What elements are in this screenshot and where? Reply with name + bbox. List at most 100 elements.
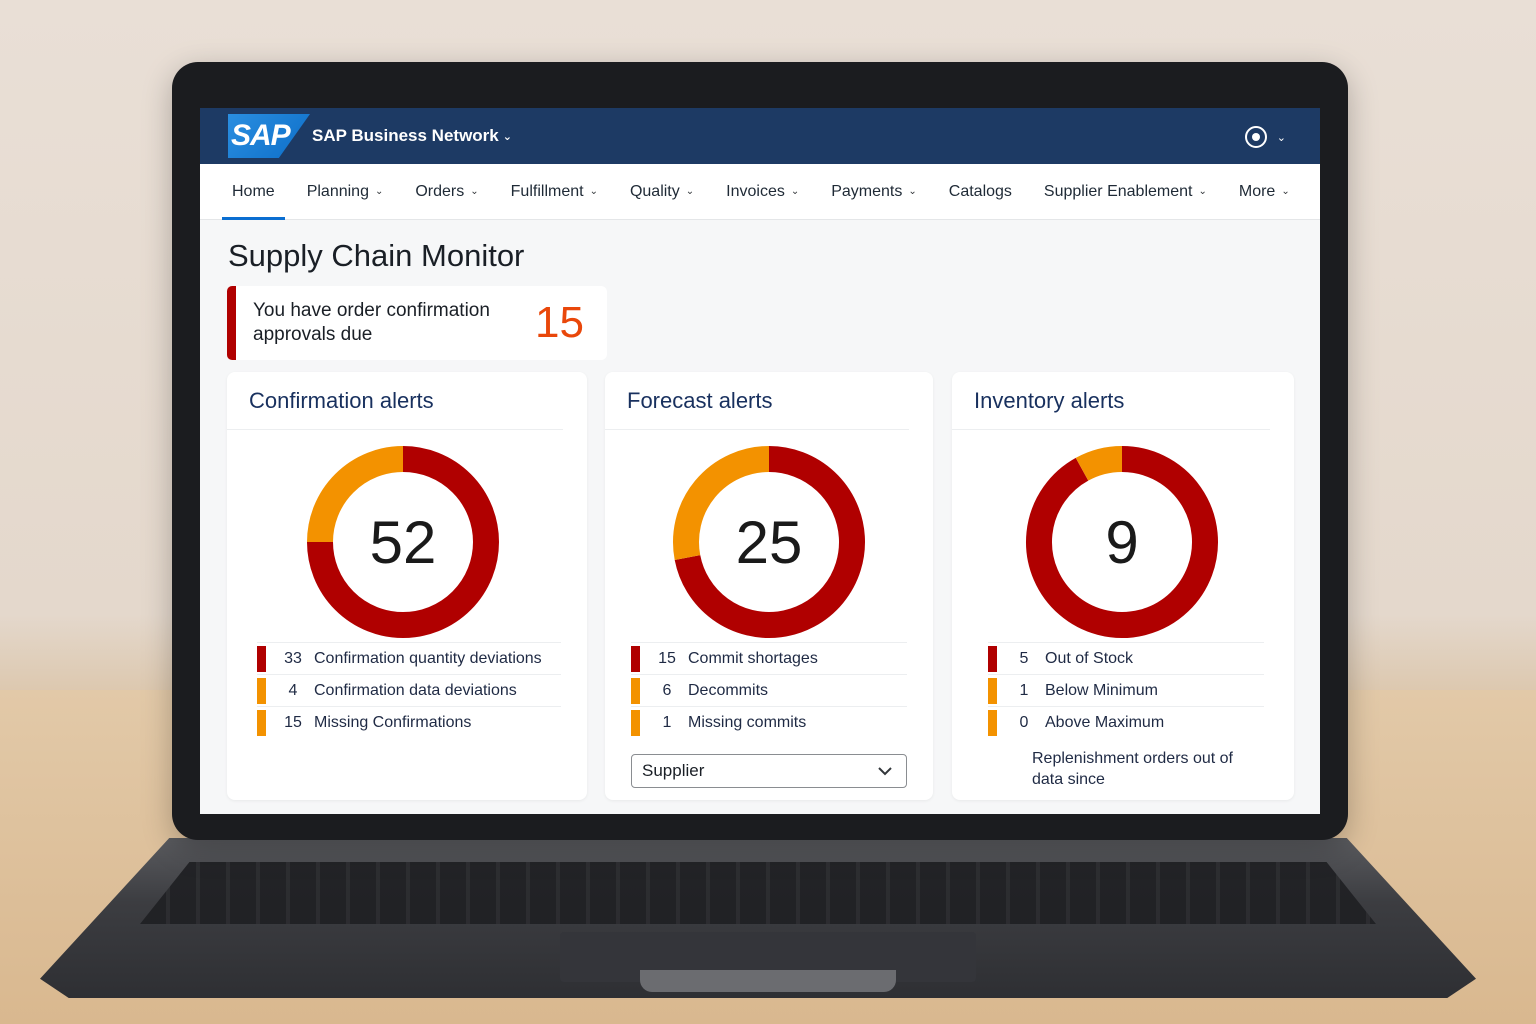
tab-quality[interactable]: Quality ⌄ xyxy=(620,164,704,220)
legend-swatch xyxy=(257,677,266,704)
forecast-alerts-card[interactable]: Forecast alerts 25 15 Commit shortages 6 De… xyxy=(605,372,933,800)
tab-label: Catalogs xyxy=(948,182,1012,200)
legend-value: 4 xyxy=(288,681,298,699)
legend-value: 15 xyxy=(284,713,302,731)
legend-swatch xyxy=(631,709,640,736)
legend-label: Above Maximum xyxy=(1045,713,1165,731)
legend-item[interactable]: 15 Commit shortages xyxy=(631,642,907,674)
legend: 33 Confirmation quantity deviations 4 Confi… xyxy=(257,642,561,738)
chevron-down-icon: ⌄ xyxy=(589,186,598,197)
tab-payments[interactable]: Payments ⌄ xyxy=(821,164,927,220)
donut-total: 9 xyxy=(1105,508,1139,576)
chevron-down-icon: ⌄ xyxy=(1281,186,1290,197)
approval-tile[interactable]: You have order confirmation approvals du… xyxy=(227,286,607,360)
user-menu[interactable]: ⌄ xyxy=(1244,126,1286,148)
donut-total: 25 xyxy=(735,508,803,576)
legend-swatch xyxy=(257,645,266,672)
tab-label: Home xyxy=(232,182,275,200)
laptop-keyboard xyxy=(140,862,1376,924)
chevron-down-icon: ⌄ xyxy=(374,186,384,197)
legend-item[interactable]: 6 Decommits xyxy=(631,674,907,706)
legend-label: Missing commits xyxy=(688,713,807,731)
approval-count: 15 xyxy=(535,298,584,347)
confirmation-donut[interactable]: 52 xyxy=(305,444,501,640)
legend-item[interactable]: 33 Confirmation quantity deviations xyxy=(257,642,561,674)
legend-label: Confirmation data deviations xyxy=(314,681,517,699)
approval-status-bar xyxy=(227,286,236,360)
chevron-down-icon: ⌄ xyxy=(1276,131,1286,144)
inventory-alerts-card[interactable]: Inventory alerts 9 5 Out of Stock 1 Below M… xyxy=(952,372,1294,800)
legend-item[interactable]: 5 Out of Stock xyxy=(988,642,1264,674)
legend-value: 5 xyxy=(1019,649,1029,667)
legend-label: Decommits xyxy=(688,681,769,699)
legend-value: 1 xyxy=(662,713,672,731)
gear-icon xyxy=(1244,126,1267,148)
shell-bar: SAP SAP Business Network ⌄ ⌄ xyxy=(200,108,1320,164)
card-title: Inventory alerts xyxy=(952,372,1270,430)
tab-label: Quality xyxy=(629,182,680,200)
sap-logo-text: SAP xyxy=(231,119,291,152)
legend-label: Commit shortages xyxy=(688,649,818,667)
replenishment-note[interactable]: Replenishment orders out of data since xyxy=(1032,748,1242,790)
tab-orders[interactable]: Orders ⌄ xyxy=(405,164,488,220)
legend-value: 6 xyxy=(662,681,672,699)
forecast-donut[interactable]: 25 xyxy=(671,444,867,640)
tab-supplier-enablement[interactable]: Supplier Enablement ⌄ xyxy=(1034,164,1217,220)
tab-label: Supplier Enablement xyxy=(1043,182,1193,200)
tab-planning[interactable]: Planning ⌄ xyxy=(297,164,394,220)
chevron-down-icon: ⌄ xyxy=(790,186,800,197)
screen: SAP SAP Business Network ⌄ ⌄ Home Plannin… xyxy=(200,108,1320,814)
brand-label: SAP Business Network xyxy=(312,126,499,145)
legend-item[interactable]: 15 Missing Confirmations xyxy=(257,706,561,738)
legend: 5 Out of Stock 1 Below Minimum 0 Above Maximu… xyxy=(988,642,1264,738)
laptop-lip xyxy=(640,970,896,992)
chevron-down-icon: ⌄ xyxy=(908,186,917,197)
chevron-down-icon: ⌄ xyxy=(1198,186,1207,197)
select-value: Supplier xyxy=(642,761,705,780)
legend-swatch xyxy=(257,709,266,736)
brand-menu[interactable]: SAP Business Network ⌄ xyxy=(312,126,512,146)
legend-value: 0 xyxy=(1019,713,1029,731)
tab-label: Payments xyxy=(831,182,903,200)
tab-label: Invoices xyxy=(726,182,785,200)
tab-label: Planning xyxy=(306,182,369,200)
legend-item[interactable]: 1 Below Minimum xyxy=(988,674,1264,706)
tab-home[interactable]: Home xyxy=(222,164,285,220)
tab-invoices[interactable]: Invoices ⌄ xyxy=(716,164,809,220)
legend-swatch xyxy=(631,645,640,672)
legend-value: 1 xyxy=(1019,681,1029,699)
tab-fulfillment[interactable]: Fulfillment ⌄ xyxy=(501,164,608,220)
legend-label: Missing Confirmations xyxy=(314,713,472,731)
inventory-donut[interactable]: 9 xyxy=(1024,444,1220,640)
sap-logo[interactable]: SAP xyxy=(228,114,310,158)
chevron-down-icon: ⌄ xyxy=(502,130,512,143)
legend-label: Out of Stock xyxy=(1045,649,1134,667)
legend-value: 15 xyxy=(658,649,676,667)
legend-label: Below Minimum xyxy=(1045,681,1158,699)
legend-label: Confirmation quantity deviations xyxy=(314,649,542,667)
donut-total: 52 xyxy=(369,508,437,576)
tab-label: Orders xyxy=(415,182,465,200)
legend-item[interactable]: 1 Missing commits xyxy=(631,706,907,738)
page-title: Supply Chain Monitor xyxy=(228,238,525,273)
legend-item[interactable]: 4 Confirmation data deviations xyxy=(257,674,561,706)
legend-swatch xyxy=(988,677,997,704)
confirmation-alerts-card[interactable]: Confirmation alerts 52 33 Confirmation qu… xyxy=(227,372,587,800)
chevron-down-icon: ⌄ xyxy=(470,186,479,197)
legend-item[interactable]: 0 Above Maximum xyxy=(988,706,1264,738)
chevron-down-icon xyxy=(878,761,892,781)
legend-value: 33 xyxy=(284,649,302,667)
approval-text: You have order confirmation approvals du… xyxy=(253,300,490,345)
card-title: Forecast alerts xyxy=(605,372,909,430)
tab-more[interactable]: More ⌄ xyxy=(1229,164,1300,220)
legend-swatch xyxy=(988,645,997,672)
tab-catalogs[interactable]: Catalogs xyxy=(939,164,1022,220)
legend: 15 Commit shortages 6 Decommits 1 Missing com… xyxy=(631,642,907,738)
supplier-select[interactable]: Supplier xyxy=(631,754,907,788)
legend-swatch xyxy=(988,709,997,736)
tab-label: More xyxy=(1238,182,1276,200)
legend-swatch xyxy=(631,677,640,704)
card-title: Confirmation alerts xyxy=(227,372,563,430)
tab-label: Fulfillment xyxy=(510,182,584,200)
chevron-down-icon: ⌄ xyxy=(685,186,695,197)
